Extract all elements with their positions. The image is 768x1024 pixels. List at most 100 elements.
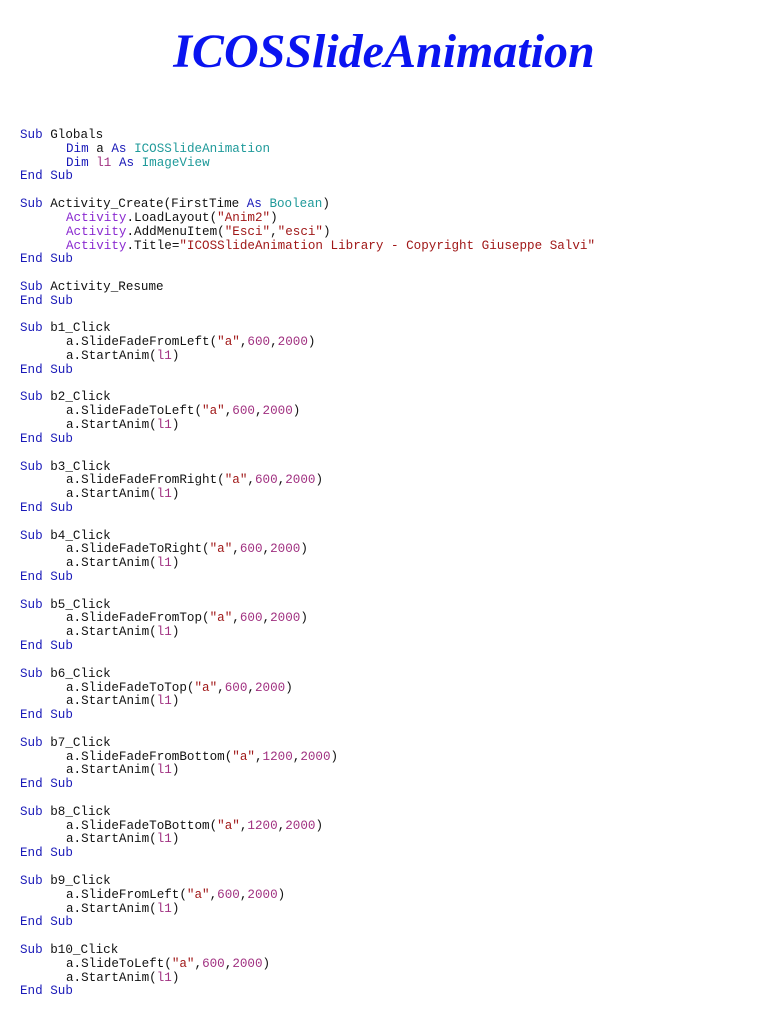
code-token-num: 2000 [300, 749, 331, 764]
code-token-type: ImageView [141, 155, 210, 170]
code-token-kw: End Sub [20, 846, 73, 861]
code-token-num: 2000 [285, 818, 316, 833]
code-token-plain: a.StartAnim( [66, 970, 157, 985]
code-line: End Sub [20, 294, 595, 309]
code-line: Dim l1 As ImageView [20, 155, 595, 171]
code-token-plain: a.StartAnim( [66, 418, 157, 433]
code-line: Activity.Title="ICOSSlideAnimation Libra… [20, 238, 595, 254]
code-token-num: l1 [156, 418, 172, 433]
code-token-num: 1200 [247, 818, 278, 833]
code-line: Sub Globals [20, 128, 595, 143]
code-token-str: "a" [209, 611, 233, 626]
code-line: Sub b6_Click [20, 666, 595, 682]
code-token-num: l1 [156, 970, 172, 985]
code-token-num: l1 [156, 349, 172, 363]
code-token-plain: ) [171, 832, 180, 847]
code-token-kw: Sub [20, 459, 43, 474]
code-line: a.SlideFadeToRight("a",600,2000) [20, 542, 595, 557]
code-line: End Sub [20, 639, 595, 654]
code-line: a.StartAnim(l1) [20, 763, 595, 778]
code-line: Activity.LoadLayout("Anim2") [20, 210, 595, 226]
code-token-num: 2000 [254, 680, 286, 695]
code-token-str: "a" [186, 887, 210, 902]
code-token-kw: As [118, 155, 135, 170]
code-token-plain: ) [292, 404, 301, 419]
code-line: Sub b3_Click [20, 459, 595, 475]
code-token-plain: a.SlideFadeToBottom( [66, 818, 218, 833]
code-token-obj: Activity [66, 224, 127, 239]
code-line: a.SlideFadeFromBottom("a",1200,2000) [20, 749, 595, 765]
code-line: Sub b4_Click [20, 528, 595, 544]
code-token-plain: , [262, 611, 271, 626]
code-token-plain: , [232, 542, 240, 557]
code-token-plain: b10_Click [42, 942, 119, 957]
code-token-num: 2000 [270, 611, 301, 626]
code-token-num: l1 [96, 155, 112, 170]
code-line: Dim a As ICOSSlideAnimation [20, 141, 595, 157]
code-token-kw: Sub [20, 873, 43, 888]
code-token-plain: .LoadLayout( [126, 210, 218, 225]
code-token-plain: b7_Click [42, 735, 111, 750]
code-line: a.SlideFadeToBottom("a",1200,2000) [20, 818, 595, 834]
code-token-kw: Sub [20, 390, 43, 405]
code-token-str: "Anim2" [217, 210, 271, 225]
code-token-kw: Sub [20, 666, 43, 681]
code-token-kw: End Sub [20, 570, 73, 584]
code-token-plain: , [232, 611, 240, 626]
code-line: Sub b8_Click [20, 805, 595, 820]
code-token-str: "esci" [277, 224, 323, 239]
code-token-plain: a.StartAnim( [66, 832, 157, 847]
code-token-plain: ) [171, 418, 180, 433]
code-line: a.StartAnim(l1) [20, 418, 595, 433]
code-token-kw: End Sub [20, 984, 73, 999]
code-token-plain: ) [315, 473, 324, 488]
code-token-plain: a.SlideFadeFromRight( [66, 473, 225, 488]
code-token-kw: End Sub [20, 639, 73, 654]
code-token-plain: .Title= [126, 238, 180, 253]
code-token-plain: a.StartAnim( [66, 556, 157, 571]
code-token-plain: ) [277, 887, 286, 902]
code-token-kw: Sub [20, 942, 43, 957]
code-line: Sub b1_Click [20, 321, 595, 336]
code-token-plain: , [254, 404, 263, 419]
code-token-kw: Dim [66, 155, 89, 170]
code-token-plain: ) [322, 197, 330, 212]
code-token-kw: Sub [20, 597, 43, 612]
code-line: Sub Activity_Resume [20, 280, 595, 295]
code-token-plain: , [217, 680, 225, 695]
code-token-plain: ) [300, 611, 308, 626]
code-token-kw: Dim [66, 141, 89, 156]
code-token-str: "a" [209, 542, 233, 557]
code-line: a.SlideFadeFromTop("a",600,2000) [20, 612, 595, 626]
code-token-plain: a.SlideFadeToRight( [66, 542, 210, 557]
code-token-num: 600 [217, 887, 240, 902]
code-line: a.StartAnim(l1) [20, 625, 595, 640]
code-token-str: "a" [232, 749, 255, 764]
code-token-plain: ) [171, 901, 180, 916]
code-token-kw: Sub [20, 735, 43, 750]
code-token-plain: ) [315, 818, 323, 833]
code-token-plain: a.SlideFadeToLeft( [66, 404, 203, 419]
code-token-num: 2000 [247, 887, 278, 902]
code-token-plain: ) [171, 349, 180, 363]
code-token-plain: b4_Click [42, 528, 111, 543]
code-token-plain: b3_Click [42, 459, 111, 474]
code-line: a.SlideToLeft("a",600,2000) [20, 957, 595, 972]
code-line: End Sub [20, 363, 595, 378]
code-token-plain: ) [307, 335, 316, 350]
code-token-plain: ) [171, 970, 180, 985]
code-token-kw: As [111, 141, 127, 156]
code-line: End Sub [20, 777, 595, 792]
code-token-type: ICOSSlideAnimation [134, 141, 271, 156]
code-token-plain: , [247, 680, 255, 695]
code-line: End Sub [20, 252, 595, 267]
code-token-num: 2000 [285, 473, 316, 488]
code-token-plain: ) [171, 556, 180, 571]
code-token-obj: Activity [66, 210, 127, 225]
code-token-kw: Sub [20, 197, 43, 212]
code-token-str: "a" [217, 818, 240, 833]
